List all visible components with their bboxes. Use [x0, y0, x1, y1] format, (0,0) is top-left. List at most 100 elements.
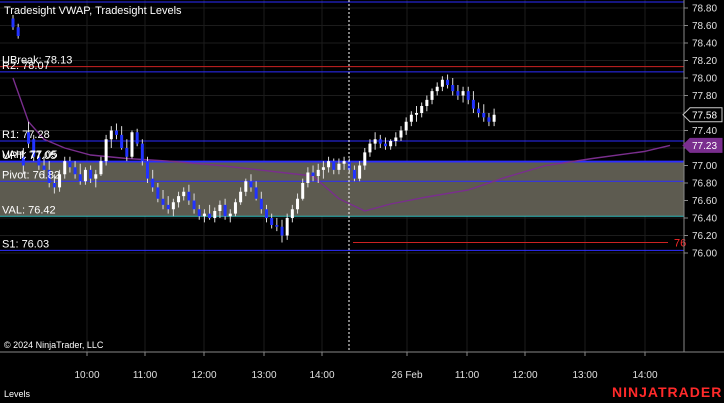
level-label: R1: 77.28 — [2, 129, 50, 141]
candle-body[interactable] — [182, 191, 186, 197]
candle-body[interactable] — [130, 132, 134, 157]
candle-body[interactable] — [471, 99, 475, 109]
candle-body[interactable] — [208, 213, 212, 218]
candle-body[interactable] — [161, 198, 165, 205]
candle-body[interactable] — [363, 152, 367, 166]
candle-body[interactable] — [187, 191, 191, 201]
candle-body[interactable] — [285, 218, 289, 236]
x-tick-label: 13:00 — [572, 370, 597, 381]
candle-body[interactable] — [425, 99, 429, 106]
candle-body[interactable] — [239, 191, 243, 203]
candle-body[interactable] — [166, 204, 170, 210]
candle-body[interactable] — [223, 204, 227, 217]
candle-body[interactable] — [461, 91, 465, 96]
candle-body[interactable] — [177, 196, 181, 203]
candle-body[interactable] — [89, 169, 93, 179]
candle-body[interactable] — [342, 161, 346, 164]
y-tick-label: 76.60 — [692, 196, 717, 207]
candle-body[interactable] — [99, 161, 103, 175]
y-tick-label: 76.80 — [692, 179, 717, 190]
candle-body[interactable] — [440, 79, 444, 87]
candle-body[interactable] — [104, 139, 108, 162]
candle-body[interactable] — [399, 130, 403, 138]
candle-body[interactable] — [456, 91, 460, 96]
candle-body[interactable] — [264, 209, 268, 218]
candle-body[interactable] — [352, 169, 356, 179]
copyright-text: © 2024 NinjaTrader, LLC — [4, 340, 104, 350]
candle-body[interactable] — [394, 137, 398, 142]
candle-body[interactable] — [446, 79, 450, 85]
candle-body[interactable] — [290, 209, 294, 218]
candle-body[interactable] — [244, 181, 248, 192]
candle-body[interactable] — [171, 202, 175, 210]
price-chart[interactable]: UBreak: 78.13R2: 78.07R1: 77.28VAH: 77.0… — [0, 0, 724, 403]
candle-body[interactable] — [316, 169, 320, 176]
candle-body[interactable] — [11, 18, 15, 28]
candle-body[interactable] — [415, 113, 419, 115]
candle-body[interactable] — [383, 143, 387, 147]
candle-body[interactable] — [487, 117, 491, 122]
candle-body[interactable] — [321, 167, 325, 170]
candle-body[interactable] — [140, 143, 144, 162]
candle-body[interactable] — [125, 148, 129, 157]
candle-body[interactable] — [197, 209, 201, 217]
candle-body[interactable] — [228, 213, 232, 217]
candle-body[interactable] — [435, 86, 439, 92]
candle-body[interactable] — [120, 134, 124, 148]
candle-body[interactable] — [477, 108, 481, 113]
candle-body[interactable] — [337, 163, 341, 170]
y-tick-label: 76.40 — [692, 214, 717, 225]
candle-body[interactable] — [492, 114, 496, 122]
candle-body[interactable] — [151, 178, 155, 188]
candle-body[interactable] — [52, 183, 56, 188]
candle-body[interactable] — [83, 169, 87, 182]
candle-body[interactable] — [466, 91, 470, 100]
candle-body[interactable] — [156, 187, 160, 199]
candle-body[interactable] — [378, 139, 382, 144]
level-label: VAL: 76.42 — [2, 204, 56, 216]
candle-body[interactable] — [146, 161, 150, 179]
candle-body[interactable] — [135, 132, 139, 144]
candle-body[interactable] — [114, 130, 118, 135]
candle-body[interactable] — [202, 213, 206, 217]
candle-body[interactable] — [94, 174, 98, 179]
x-tick-label: 12:00 — [512, 370, 537, 381]
candle-body[interactable] — [373, 139, 377, 144]
level-label: UPT: 77.05 — [2, 150, 56, 162]
candle-body[interactable] — [451, 85, 455, 92]
indicator-title: Tradesight VWAP, Tradesight Levels — [4, 5, 182, 17]
candle-body[interactable] — [16, 27, 20, 36]
candle-body[interactable] — [311, 172, 315, 177]
candle-body[interactable] — [301, 183, 305, 199]
candle-body[interactable] — [420, 106, 424, 113]
candle-body[interactable] — [233, 202, 237, 214]
candle-body[interactable] — [254, 187, 258, 199]
candle-body[interactable] — [389, 141, 393, 147]
y-tick-label: 78.60 — [692, 21, 717, 32]
candle-body[interactable] — [358, 165, 362, 179]
candle-body[interactable] — [213, 211, 217, 218]
x-tick-label: 11:00 — [133, 370, 158, 381]
candle-body[interactable] — [409, 114, 413, 122]
y-tick-label: 77.40 — [692, 126, 717, 137]
candle-body[interactable] — [368, 143, 372, 153]
candle-body[interactable] — [109, 130, 113, 140]
candle-body[interactable] — [68, 161, 72, 168]
candle-body[interactable] — [482, 113, 486, 118]
candle-body[interactable] — [78, 174, 82, 182]
candle-body[interactable] — [249, 181, 253, 188]
candle-body[interactable] — [280, 226, 284, 236]
candle-body[interactable] — [259, 198, 263, 210]
candle-body[interactable] — [296, 198, 300, 210]
candle-body[interactable] — [192, 200, 196, 210]
candle-body[interactable] — [404, 121, 408, 131]
candle-body[interactable] — [275, 225, 279, 227]
candle-body[interactable] — [218, 204, 222, 211]
candle-body[interactable] — [73, 167, 77, 175]
candle-body[interactable] — [306, 172, 310, 184]
candle-body[interactable] — [270, 218, 274, 225]
candle-body[interactable] — [327, 161, 331, 168]
candle-body[interactable] — [430, 91, 434, 100]
candle-body[interactable] — [63, 161, 67, 175]
candle-body[interactable] — [332, 161, 336, 170]
